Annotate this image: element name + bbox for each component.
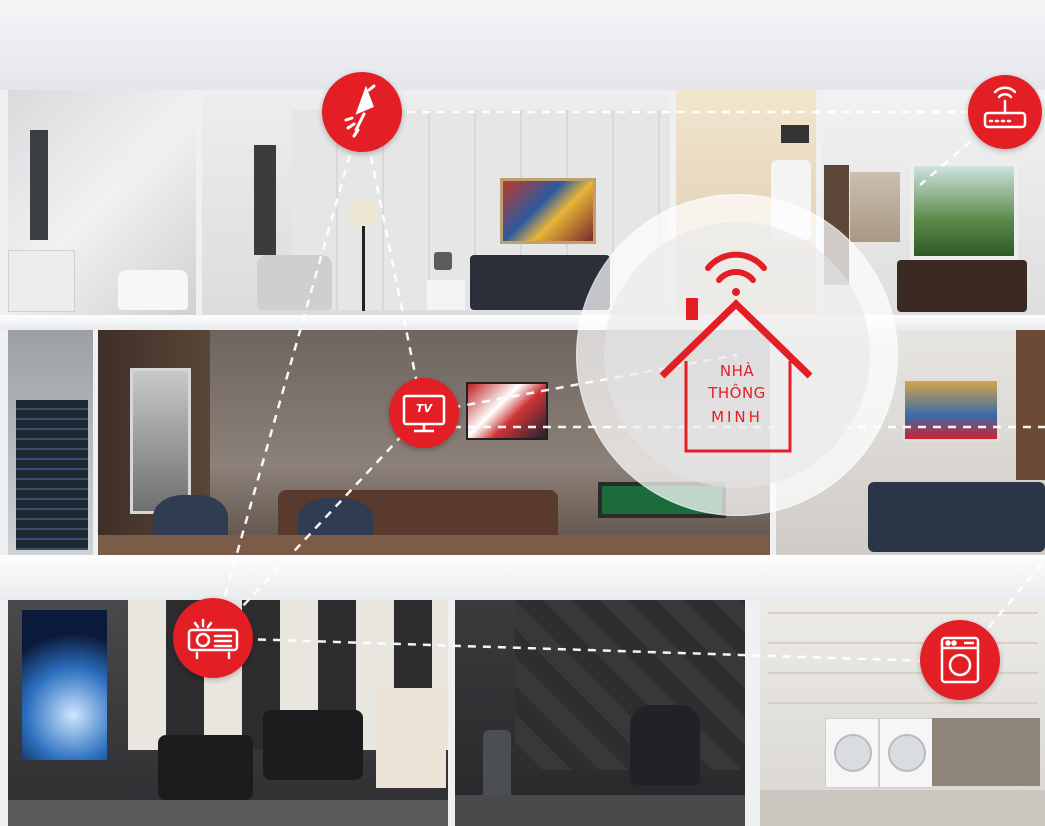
router-icon <box>968 75 1042 149</box>
hub-title-line3: MINH <box>711 408 763 426</box>
router-glyph <box>983 86 1027 129</box>
washing-machine-icon <box>920 620 1000 700</box>
smart-home-illustration: NHÀ THÔNG MINH TV <box>0 0 1045 826</box>
tv-icon: TV <box>389 378 459 448</box>
washing-machine-glyph <box>940 636 980 684</box>
projector-glyph <box>187 618 239 660</box>
lamp-glyph <box>344 84 376 138</box>
tv-icon-label: TV <box>415 402 433 415</box>
hub-title-line1: NHÀ <box>719 362 755 380</box>
connector-projector-washer <box>212 636 961 664</box>
hub-title-line2: THÔNG <box>708 384 766 402</box>
lamp-icon <box>322 72 402 152</box>
projector-icon <box>173 598 253 678</box>
smart-home-hub: NHÀ THÔNG MINH <box>578 196 896 514</box>
connector-lamp-tv <box>360 111 425 414</box>
smart-home-wifi-icon <box>659 251 813 453</box>
